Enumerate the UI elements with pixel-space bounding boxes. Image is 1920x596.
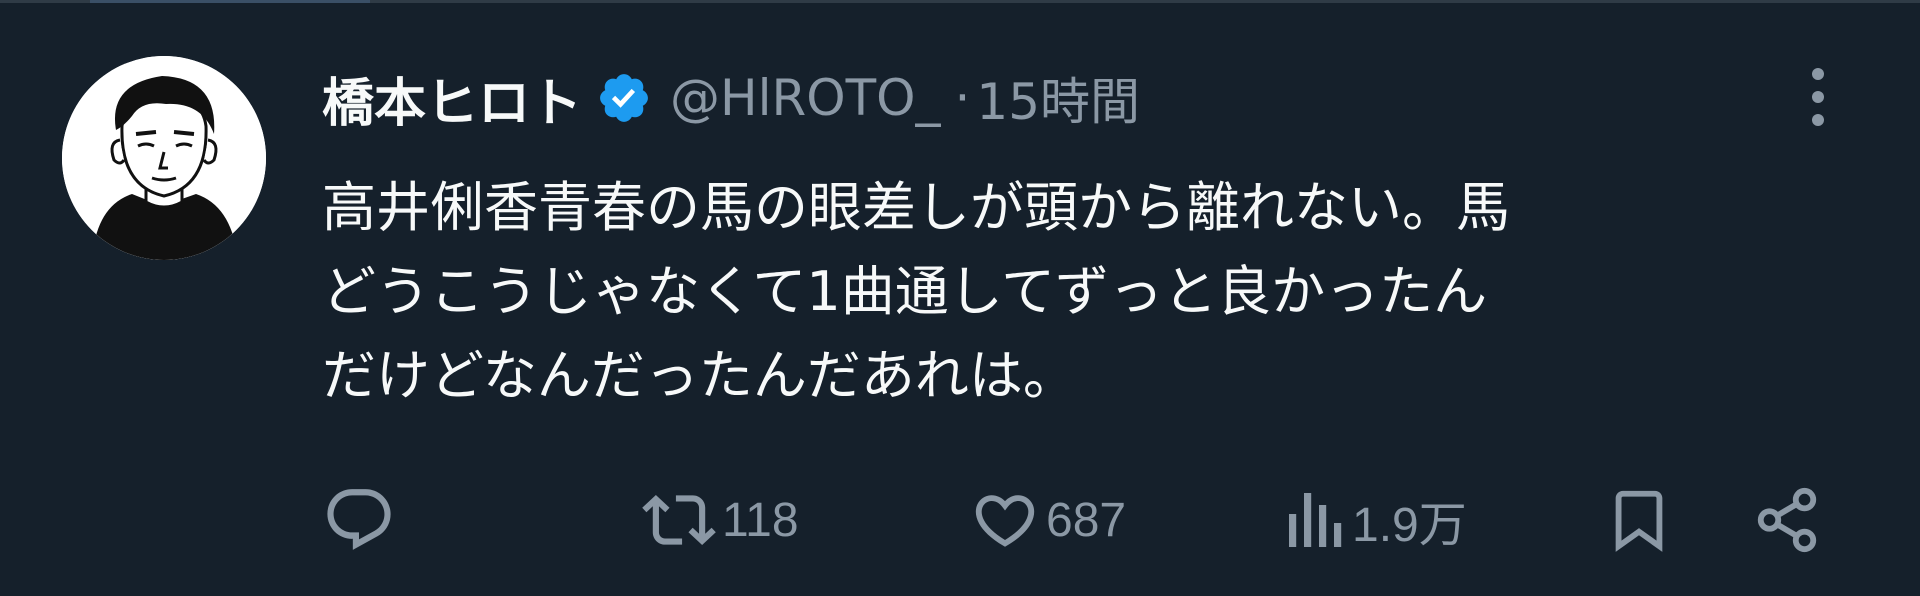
like-button[interactable]: 687 — [970, 470, 1126, 570]
views-icon — [1289, 493, 1342, 547]
bookmark-button[interactable] — [1604, 470, 1674, 570]
tweet-text-line: どうこうじゃなくて1曲通してずっと良かったん — [322, 260, 1488, 323]
tweet[interactable]: 橋本ヒロト @HlROTO_ · 15時間 高井俐香青春の馬の眼差しが頭から離れ… — [0, 0, 1920, 596]
tweet-text: 高井俐香青春の馬の眼差しが頭から離れない。馬 どうこうじゃなくて1曲通してずっと… — [322, 166, 1882, 418]
tweet-actions: 118 687 1.9万 — [0, 470, 1920, 570]
display-name[interactable]: 橋本ヒロト — [322, 61, 582, 136]
tweet-text-line: だけどなんだったんだあれは。 — [322, 344, 1077, 407]
tweet-header: 橋本ヒロト @HlROTO_ · 15時間 — [322, 58, 1140, 138]
tweet-text-line: 高井俐香青春の馬の眼差しが頭から離れない。馬 — [322, 176, 1510, 239]
like-count: 687 — [1046, 493, 1127, 547]
timestamp[interactable]: 15時間 — [976, 62, 1140, 134]
avatar[interactable] — [62, 56, 266, 260]
verified-badge-icon[interactable] — [596, 70, 652, 126]
views-count: 1.9万 — [1352, 499, 1467, 552]
more-options-icon[interactable] — [1798, 62, 1838, 132]
avatar-illustration — [62, 56, 266, 260]
reply-icon — [327, 489, 391, 550]
views-button[interactable]: 1.9万 — [1286, 470, 1467, 570]
user-handle[interactable]: @HlROTO_ — [670, 69, 940, 127]
retweet-button[interactable]: 118 — [642, 470, 799, 570]
share-icon — [1757, 487, 1817, 553]
separator-dot: · — [954, 69, 971, 127]
share-button[interactable] — [1752, 470, 1822, 570]
reply-button[interactable] — [322, 470, 396, 570]
retweet-count: 118 — [722, 493, 799, 547]
heart-icon — [975, 495, 1035, 547]
bookmark-icon — [1615, 490, 1663, 552]
retweet-icon — [642, 494, 716, 546]
